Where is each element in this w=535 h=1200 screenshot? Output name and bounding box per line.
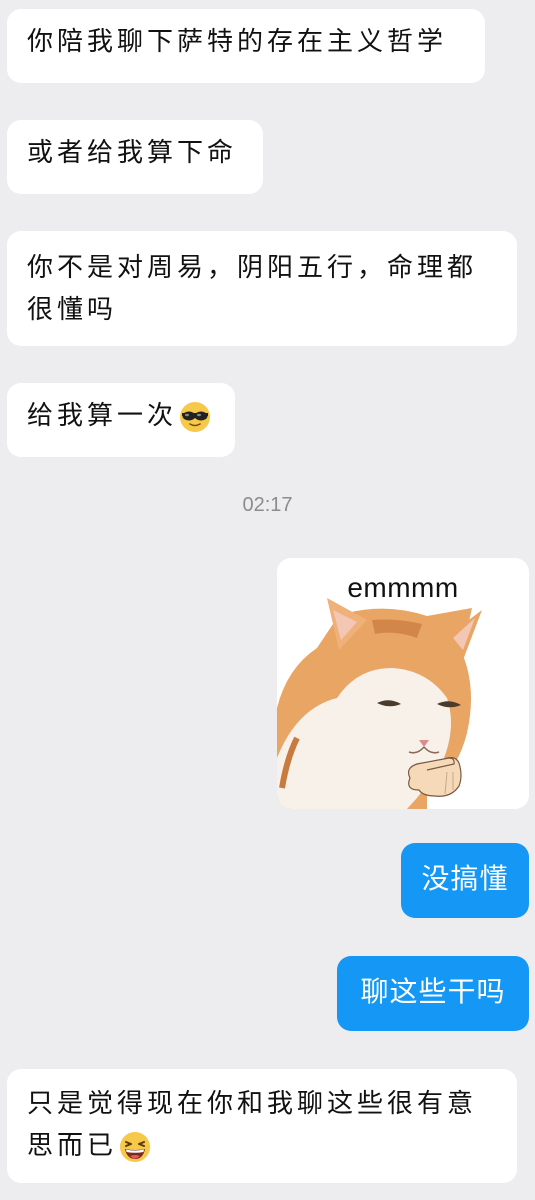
sunglasses-emoji-icon [179, 401, 211, 433]
message-incoming[interactable]: 你陪我聊下萨特的存在主义哲学 [7, 9, 485, 83]
message-outgoing[interactable]: 没搞懂 [401, 843, 529, 918]
message-incoming[interactable]: 只是觉得现在你和我聊这些很有意 思而已 [7, 1069, 517, 1183]
message-text: 只是觉得现在你和我聊这些很有意 [27, 1089, 478, 1119]
message-outgoing[interactable]: 聊这些干吗 [337, 956, 529, 1031]
sticker-message[interactable]: emmmm [277, 558, 529, 809]
message-incoming[interactable]: 给我算一次 [7, 383, 235, 457]
message-text: 给我算一次 [27, 401, 178, 431]
grinning-emoji-icon [119, 1131, 151, 1163]
message-text-continued: 思而已 [27, 1131, 118, 1161]
sticker-caption: emmmm [347, 572, 459, 603]
message-incoming[interactable]: 你不是对周易，阴阳五行，命理都很懂吗 [7, 231, 517, 346]
message-incoming[interactable]: 或者给我算下命 [7, 120, 263, 194]
message-text: 聊这些干吗 [360, 975, 506, 1008]
message-text: 你不是对周易，阴阳五行，命理都很懂吗 [27, 253, 478, 325]
timestamp: 02:17 [242, 494, 293, 516]
message-text: 你陪我聊下萨特的存在主义哲学 [27, 27, 448, 57]
message-text: 没搞懂 [421, 862, 509, 895]
message-text: 或者给我算下命 [27, 138, 238, 168]
